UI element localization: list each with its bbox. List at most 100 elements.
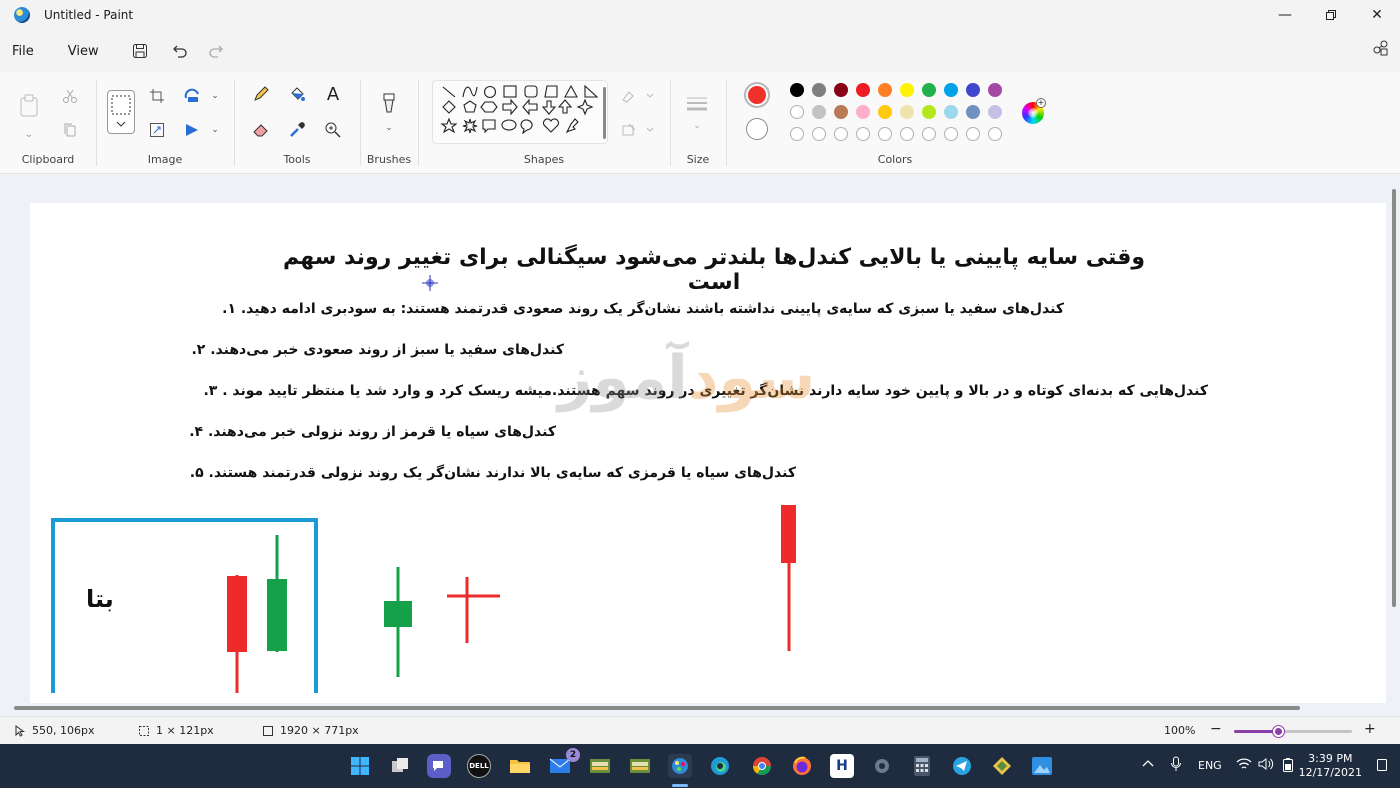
task-view-icon[interactable] — [388, 754, 412, 778]
cut-icon[interactable] — [58, 84, 82, 108]
color-swatch[interactable] — [812, 83, 826, 97]
color-swatch[interactable] — [834, 83, 848, 97]
color-swatch[interactable] — [922, 105, 936, 119]
color-swatch[interactable] — [856, 105, 870, 119]
paste-dropdown-icon[interactable]: ⌄ — [17, 122, 41, 146]
color-swatch[interactable] — [878, 105, 892, 119]
color-swatch[interactable] — [944, 83, 958, 97]
color-swatch[interactable] — [812, 127, 826, 141]
battery-icon[interactable] — [1282, 757, 1294, 776]
dell-icon[interactable]: DELL — [467, 754, 491, 778]
color-swatch[interactable] — [834, 127, 848, 141]
color-swatch[interactable] — [944, 105, 958, 119]
color-picker-icon[interactable] — [285, 118, 309, 142]
media-app-icon[interactable] — [588, 754, 612, 778]
color-swatch[interactable] — [856, 83, 870, 97]
redo-icon[interactable] — [201, 36, 231, 66]
volume-icon[interactable] — [1258, 757, 1274, 774]
menu-file[interactable]: File — [0, 38, 46, 65]
color-swatch[interactable] — [922, 127, 936, 141]
eraser-icon[interactable] — [249, 118, 273, 142]
minimize-button[interactable]: — — [1262, 0, 1308, 30]
photos-icon[interactable] — [1030, 754, 1054, 778]
primary-color-swatch[interactable] — [744, 82, 770, 108]
color-swatch[interactable] — [900, 127, 914, 141]
color-swatch[interactable] — [900, 105, 914, 119]
file-explorer-icon[interactable] — [508, 754, 532, 778]
notifications-icon[interactable] — [1376, 758, 1388, 772]
pencil-icon[interactable] — [249, 82, 273, 106]
size-icon[interactable] — [685, 92, 709, 116]
flip-dropdown-icon[interactable]: ⌄ — [203, 118, 227, 142]
save-icon[interactable] — [125, 36, 155, 66]
color-swatch[interactable] — [922, 83, 936, 97]
color-swatch[interactable] — [966, 105, 980, 119]
vertical-scrollbar[interactable] — [1392, 189, 1396, 607]
mail-badge: 2 — [566, 748, 580, 762]
paint-taskbar-icon[interactable] — [668, 754, 692, 778]
color-swatch[interactable] — [988, 105, 1002, 119]
share-icon[interactable] — [1370, 38, 1390, 61]
brush-icon[interactable] — [377, 92, 401, 116]
color-swatch[interactable] — [988, 83, 1002, 97]
color-swatch[interactable] — [878, 83, 892, 97]
crop-icon[interactable] — [145, 84, 169, 108]
color-swatch[interactable] — [856, 127, 870, 141]
zoom-in-button[interactable]: + — [1364, 721, 1376, 737]
input-language[interactable]: ENG — [1198, 759, 1222, 772]
color-swatch[interactable] — [966, 83, 980, 97]
color-swatch[interactable] — [790, 127, 804, 141]
color-swatch[interactable] — [790, 83, 804, 97]
firefox-icon[interactable] — [790, 754, 814, 778]
drawing-canvas[interactable]: وقتی سایه پایینی یا بالایی کندل‌ها بلندت… — [30, 203, 1386, 703]
teams-chat-icon[interactable] — [427, 754, 451, 778]
mail-icon[interactable]: 2 — [548, 748, 580, 778]
copy-icon[interactable] — [58, 118, 82, 142]
calculator-icon[interactable] — [910, 754, 934, 778]
select-tool-button[interactable] — [107, 90, 135, 134]
color-swatch[interactable] — [944, 127, 958, 141]
menu-view[interactable]: View — [56, 38, 111, 65]
system-clock[interactable]: 3:39 PM 12/17/2021 — [1299, 752, 1362, 780]
color-swatch[interactable] — [878, 127, 892, 141]
start-icon[interactable] — [348, 754, 372, 778]
brush-dropdown-icon[interactable]: ⌄ — [377, 116, 401, 140]
rotate-dropdown-icon[interactable]: ⌄ — [203, 84, 227, 108]
paste-icon[interactable] — [16, 92, 42, 120]
zoom-slider-thumb[interactable] — [1272, 726, 1284, 737]
color-swatch[interactable] — [988, 127, 1002, 141]
color-swatch[interactable] — [966, 127, 980, 141]
image-label: Image — [147, 153, 183, 166]
app-h-icon[interactable]: H — [830, 754, 854, 778]
color-swatch[interactable] — [900, 83, 914, 97]
workspace: وقتی سایه پایینی یا بالایی کندل‌ها بلندت… — [0, 175, 1400, 716]
flip-icon[interactable] — [181, 118, 205, 142]
color-swatch[interactable] — [812, 105, 826, 119]
edge-icon[interactable] — [708, 754, 732, 778]
outline-icon[interactable] — [620, 84, 656, 108]
chrome-icon[interactable] — [750, 754, 774, 778]
secondary-color-swatch[interactable] — [746, 118, 768, 140]
fill-bucket-icon[interactable] — [285, 82, 309, 106]
telegram-icon[interactable] — [950, 754, 974, 778]
zoom-out-button[interactable]: − — [1210, 721, 1222, 737]
close-button[interactable]: ✕ — [1354, 0, 1400, 30]
media-app-2-icon[interactable] — [628, 754, 652, 778]
size-dropdown-icon[interactable]: ⌄ — [685, 114, 709, 138]
text-tool-icon[interactable]: A — [321, 82, 345, 106]
wifi-icon[interactable] — [1236, 757, 1252, 774]
rotate-icon[interactable] — [181, 84, 205, 108]
color-swatch[interactable] — [834, 105, 848, 119]
microphone-icon[interactable] — [1170, 756, 1182, 775]
zoom-slider[interactable] — [1234, 726, 1352, 737]
restore-button[interactable] — [1308, 0, 1354, 30]
settings-icon[interactable] — [870, 754, 894, 778]
color-swatch[interactable] — [790, 105, 804, 119]
fill-icon[interactable] — [620, 118, 656, 142]
horizontal-scrollbar[interactable] — [14, 706, 1300, 710]
undo-icon[interactable] — [165, 36, 195, 66]
resize-icon[interactable] — [145, 118, 169, 142]
magnifier-icon[interactable] — [321, 118, 345, 142]
tray-chevron-icon[interactable] — [1142, 758, 1154, 771]
app-diamond-icon[interactable] — [990, 754, 1014, 778]
